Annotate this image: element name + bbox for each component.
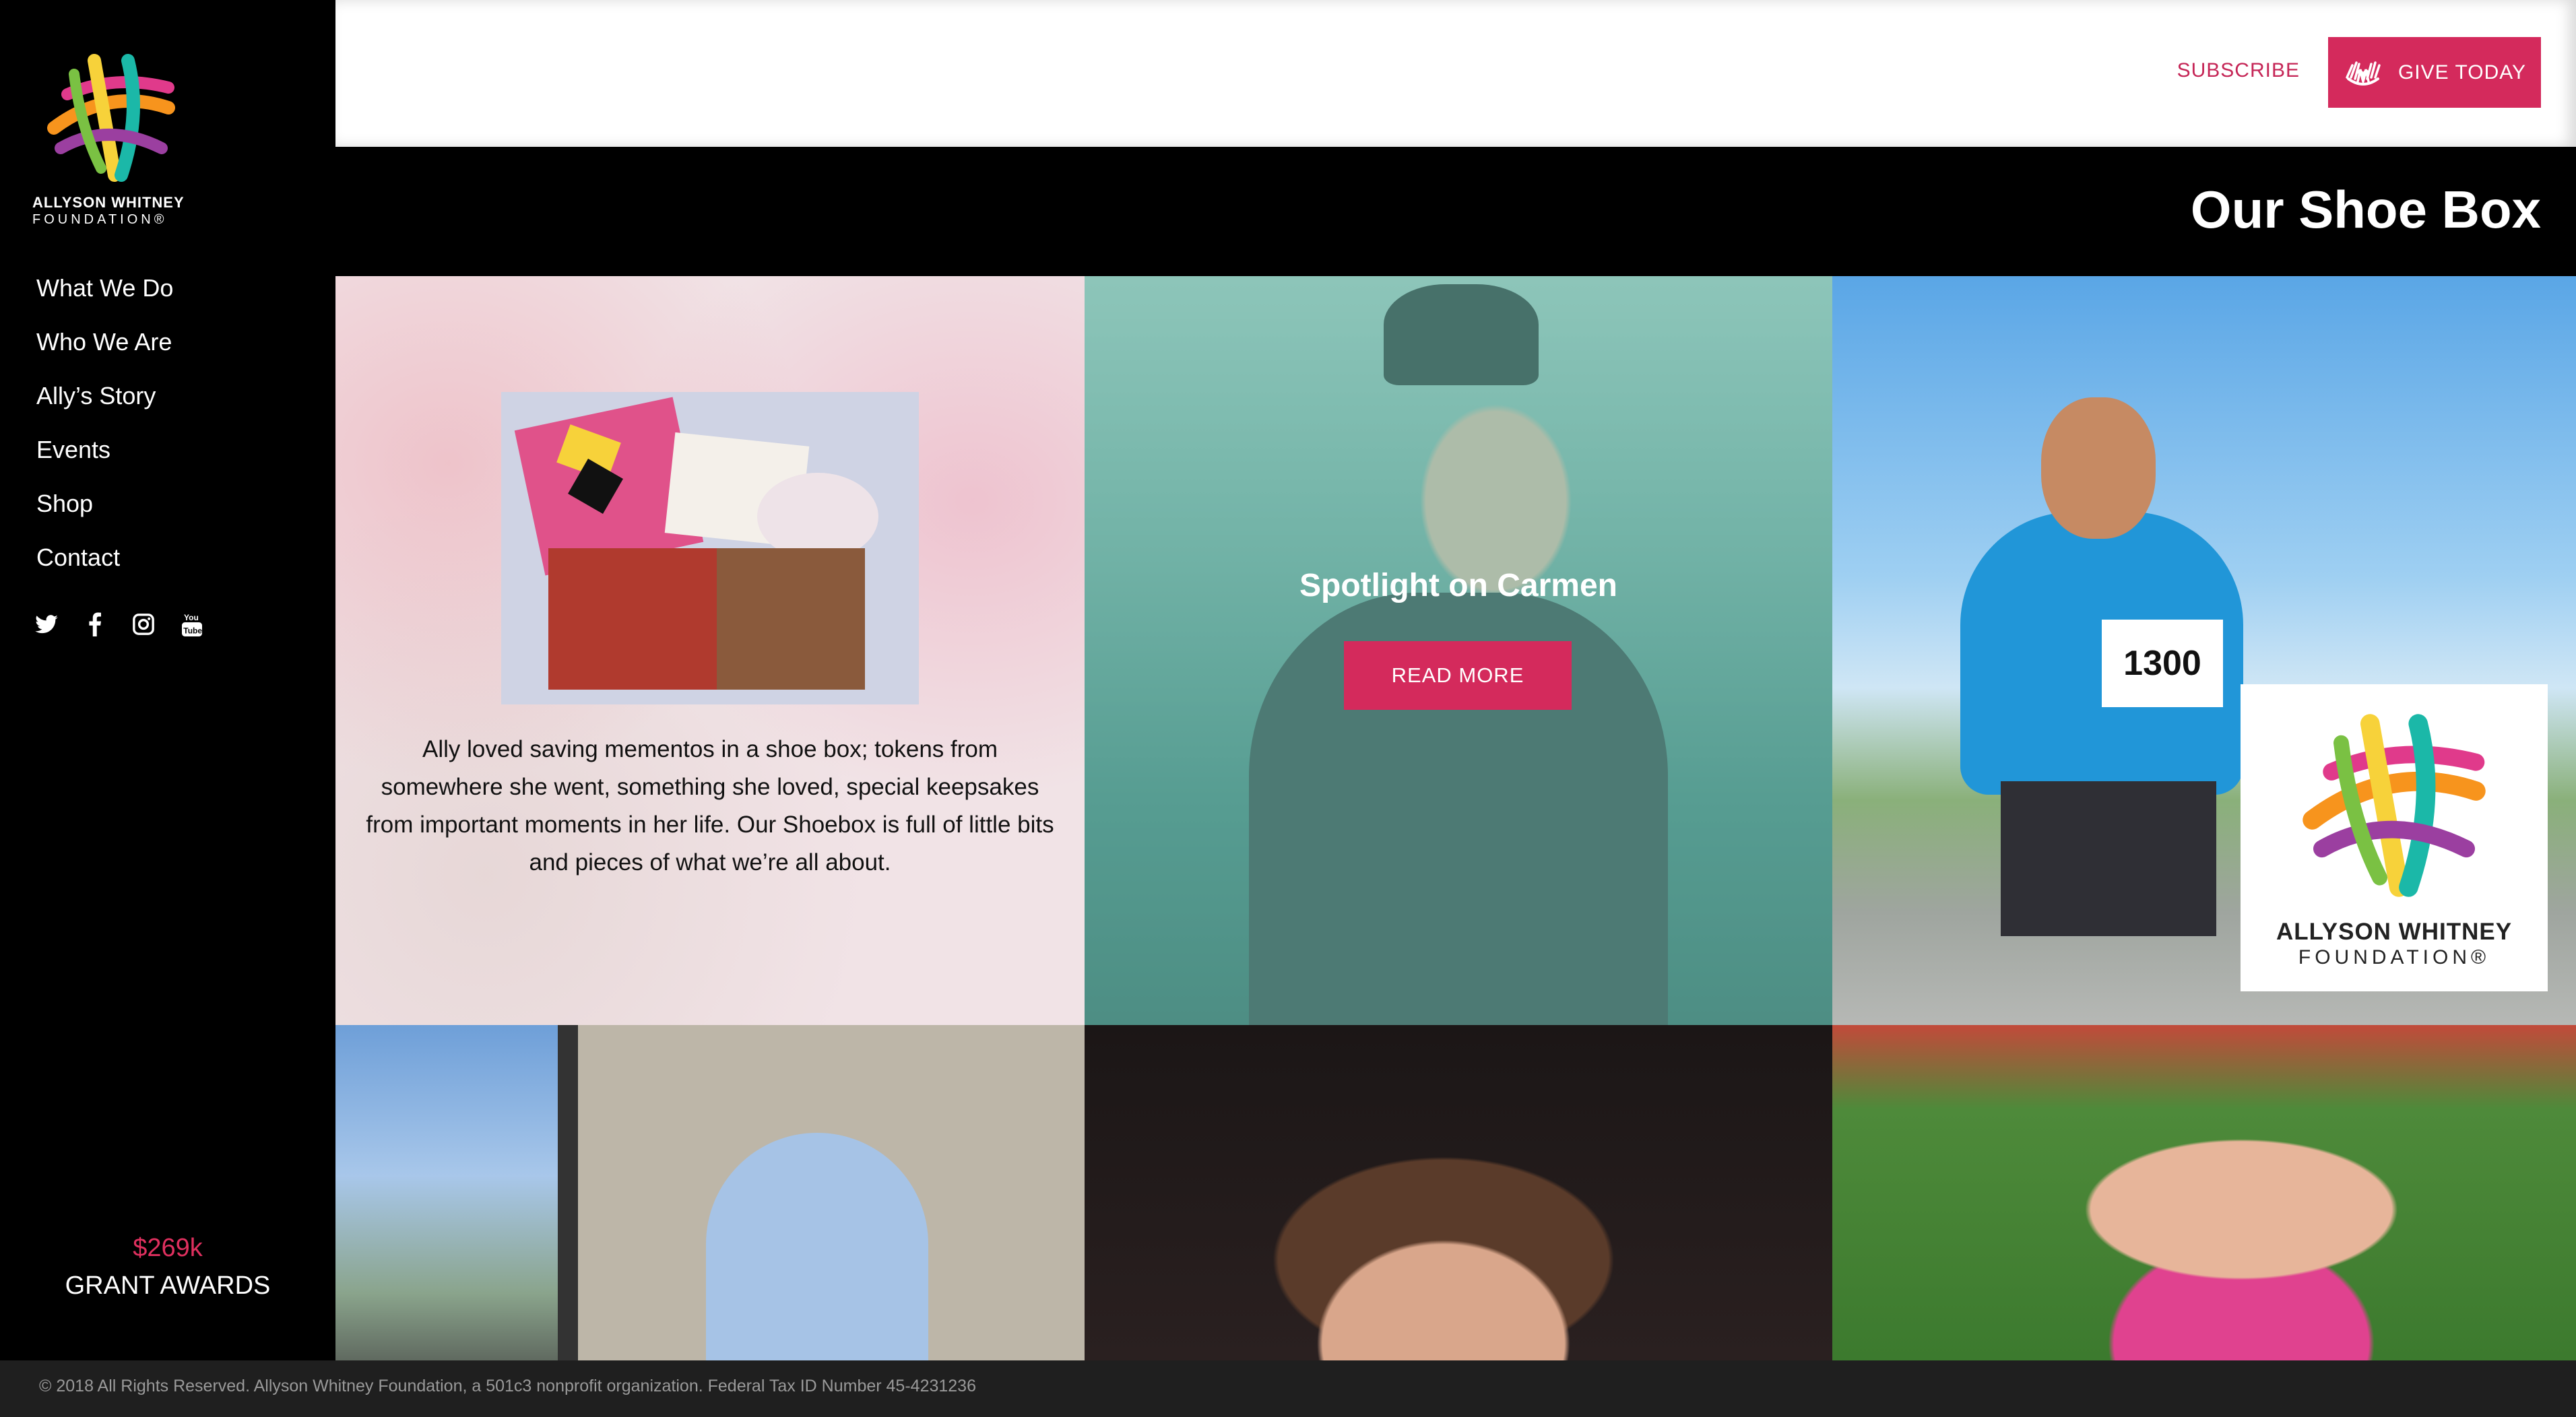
social-links: You Tube <box>34 612 205 637</box>
race-bib: 1300 <box>2102 620 2223 707</box>
nav-item-allys-story[interactable]: Ally’s Story <box>36 369 173 423</box>
grant-label: GRANT AWARDS <box>65 1272 271 1300</box>
woman-headband-photo <box>1085 1025 1832 1360</box>
spotlight-title: Spotlight on Carmen <box>1299 568 1617 603</box>
give-today-label: GIVE TODAY <box>2397 61 2527 84</box>
runner-tile[interactable]: 1300 ALLYSON WHITNEY FOUNDATION® <box>1832 276 2576 1025</box>
read-more-button[interactable]: READ MORE <box>1344 641 1572 710</box>
nav-item-what-we-do[interactable]: What We Do <box>36 261 173 315</box>
footer: © 2018 All Rights Reserved. Allyson Whit… <box>0 1360 2576 1417</box>
subscribe-link[interactable]: SUBSCRIBE <box>2177 59 2300 82</box>
facebook-icon[interactable] <box>82 612 108 637</box>
shoebox-photo <box>501 392 919 704</box>
paris-tile[interactable] <box>335 1025 1085 1360</box>
svg-text:Tube: Tube <box>183 626 202 636</box>
logo-name-line2: FOUNDATION® <box>32 212 168 227</box>
nav-item-who-we-are[interactable]: Who We Are <box>36 315 173 369</box>
smiling-woman-photo <box>1832 1025 2576 1360</box>
svg-text:You: You <box>184 613 199 622</box>
smiling-runner-tile[interactable] <box>1832 1025 2576 1360</box>
foundation-logo-card: ALLYSON WHITNEY FOUNDATION® <box>2241 684 2548 991</box>
main-nav: What We Do Who We Are Ally’s Story Event… <box>36 261 173 585</box>
nav-item-events[interactable]: Events <box>36 423 173 477</box>
give-today-button[interactable]: GIVE TODAY <box>2328 37 2541 108</box>
footer-copyright: © 2018 All Rights Reserved. Allyson Whit… <box>39 1377 976 1395</box>
spotlight-tile[interactable]: Spotlight on Carmen READ MORE <box>1085 276 1832 1025</box>
nav-item-shop[interactable]: Shop <box>36 477 173 531</box>
card-name-line1: ALLYSON WHITNEY <box>2276 919 2513 945</box>
grant-amount: $269k <box>133 1234 203 1262</box>
grant-awards-stat: $269k GRANT AWARDS <box>0 1229 335 1305</box>
hands-heart-icon <box>2346 61 2381 86</box>
page-title-band: Our Shoe Box <box>335 147 2576 276</box>
shoebox-intro-text: Ally loved saving mementos in a shoe box… <box>366 736 1054 876</box>
twitter-icon[interactable] <box>34 612 59 637</box>
sidebar: ALLYSON WHITNEY FOUNDATION® What We Do W… <box>0 0 335 1360</box>
portrait-tile[interactable] <box>1085 1025 1832 1360</box>
nav-item-contact[interactable]: Contact <box>36 531 173 585</box>
logo-name-line1: ALLYSON WHITNEY <box>32 194 185 211</box>
page-title: Our Shoe Box <box>2190 180 2541 239</box>
shoebox-intro-tile: Ally loved saving mementos in a shoe box… <box>335 276 1085 1025</box>
foundation-logo[interactable]: ALLYSON WHITNEY FOUNDATION® <box>32 47 207 229</box>
youtube-icon[interactable]: You Tube <box>179 612 205 637</box>
instagram-icon[interactable] <box>131 612 156 637</box>
top-header: SUBSCRIBE GIVE TODAY <box>335 0 2576 147</box>
card-name-line2: FOUNDATION® <box>2298 946 2490 968</box>
logo-mark-icon <box>2303 714 2486 897</box>
logo-mark-icon <box>47 54 175 182</box>
